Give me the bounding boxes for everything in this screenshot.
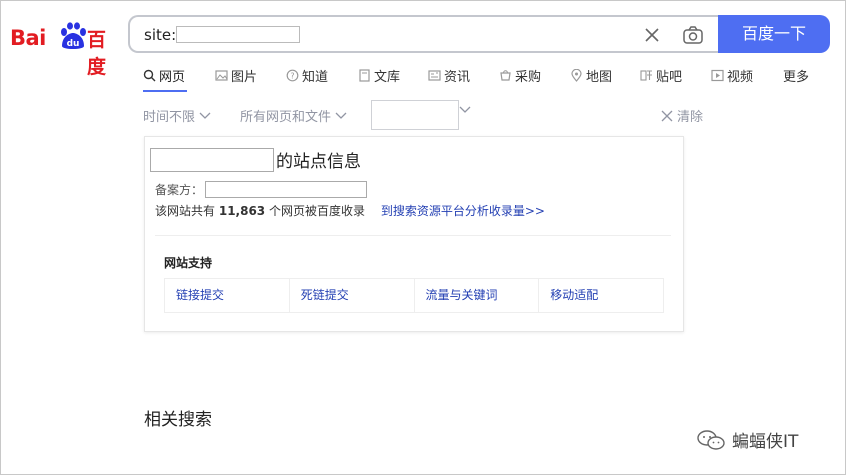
map-pin-icon [571,69,582,82]
site-info-card: 的站点信息 备案方： 该网站共有 11,863 个网页被百度收录 到搜索资源平台… [144,136,684,332]
wechat-icon [697,429,725,450]
tab-map[interactable]: 地图 [570,66,612,85]
image-icon [215,70,228,81]
question-icon: ? [286,69,299,82]
tab-web[interactable]: 网页 [143,66,185,85]
redacted-icp-box [205,181,368,198]
watermark: 蝙蝠侠IT [696,427,798,452]
camera-icon[interactable] [682,25,704,45]
tieba-icon [640,70,652,81]
chevron-down-icon [335,112,347,119]
indexed-count-row: 该网站共有 11,863 个网页被百度收录 到搜索资源平台分析收录量>> [155,202,545,219]
tab-images[interactable]: 图片 [215,66,257,85]
tab-label: 知道 [302,70,329,85]
icp-label: 备案方： [155,183,204,197]
site-support-title: 网站支持 [164,256,213,270]
site-support-links: 链接提交 死链提交 流量与关键词 移动适配 [164,278,664,313]
tab-label: 采购 [515,70,542,85]
tab-label: 网页 [159,70,186,85]
tab-video[interactable]: 视频 [711,66,753,85]
related-searches-title: 相关搜索 [144,410,212,430]
link-submit-link[interactable]: 链接提交 [165,279,290,312]
svg-text:?: ? [290,72,294,81]
cart-icon [500,70,511,81]
tab-label: 视频 [727,70,754,85]
redacted-domain-box [176,26,300,43]
logo-text-du: du [67,39,80,49]
site-info-title-text: 的站点信息 [276,152,361,172]
search-bar: site: 百度一下 [128,15,830,53]
indexed-count-value: 11,863 [218,204,266,218]
clear-icon[interactable] [642,25,662,45]
tab-wenku[interactable]: 文库 [358,66,400,85]
close-icon [661,110,673,121]
doc-icon [359,69,370,82]
clear-filters-label: 清除 [677,110,704,125]
tab-more[interactable]: 更多 [783,66,809,85]
tab-label: 贴吧 [656,70,683,85]
clear-filters-button[interactable]: 清除 [661,106,703,125]
search-query-prefix: site: [144,26,177,44]
tab-news[interactable]: 资讯 [428,66,470,85]
tab-label: 图片 [231,70,258,85]
type-filter-dropdown[interactable]: 所有网页和文件 [240,106,347,125]
search-icon [143,69,156,82]
redacted-site-name-box [150,147,274,172]
type-filter-label: 所有网页和文件 [240,110,332,125]
tab-tieba[interactable]: 贴吧 [640,66,682,85]
logo-text-cn: 百度 [87,29,106,78]
watermark-text: 蝙蝠侠IT [732,432,799,452]
site-info-title: 的站点信息 [150,147,361,172]
chevron-down-icon [459,106,471,113]
mobile-adapt-link[interactable]: 移动适配 [539,279,663,312]
baidu-logo[interactable]: Bai du 百度 [10,20,114,78]
paw-icon: du [61,22,86,49]
analyze-index-link[interactable]: 到搜索资源平台分析收录量>> [381,204,545,218]
search-input[interactable]: site: [128,15,720,53]
site-filter-dropdown[interactable] [459,106,471,114]
logo-text-bai: Bai [10,26,46,50]
news-icon [428,70,441,81]
tab-label: 资讯 [444,70,471,85]
icp-row: 备案方： [155,181,368,198]
tab-label: 地图 [586,70,613,85]
tab-zhidao[interactable]: ? 知道 [286,66,328,85]
chevron-down-icon [199,112,211,119]
traffic-keywords-link[interactable]: 流量与关键词 [415,279,540,312]
tab-purchase[interactable]: 采购 [499,66,541,85]
active-tab-indicator [143,90,187,92]
time-filter-dropdown[interactable]: 时间不限 [143,106,211,125]
count-prefix: 该网站共有 [155,204,216,218]
dead-link-submit-link[interactable]: 死链提交 [290,279,415,312]
tab-label: 文库 [374,70,401,85]
search-button[interactable]: 百度一下 [718,15,830,53]
site-filter-input[interactable] [371,100,459,130]
tab-label: 更多 [783,70,810,85]
video-icon [711,69,724,82]
divider [155,235,671,236]
time-filter-label: 时间不限 [143,110,196,125]
count-suffix: 个网页被百度收录 [268,204,365,218]
